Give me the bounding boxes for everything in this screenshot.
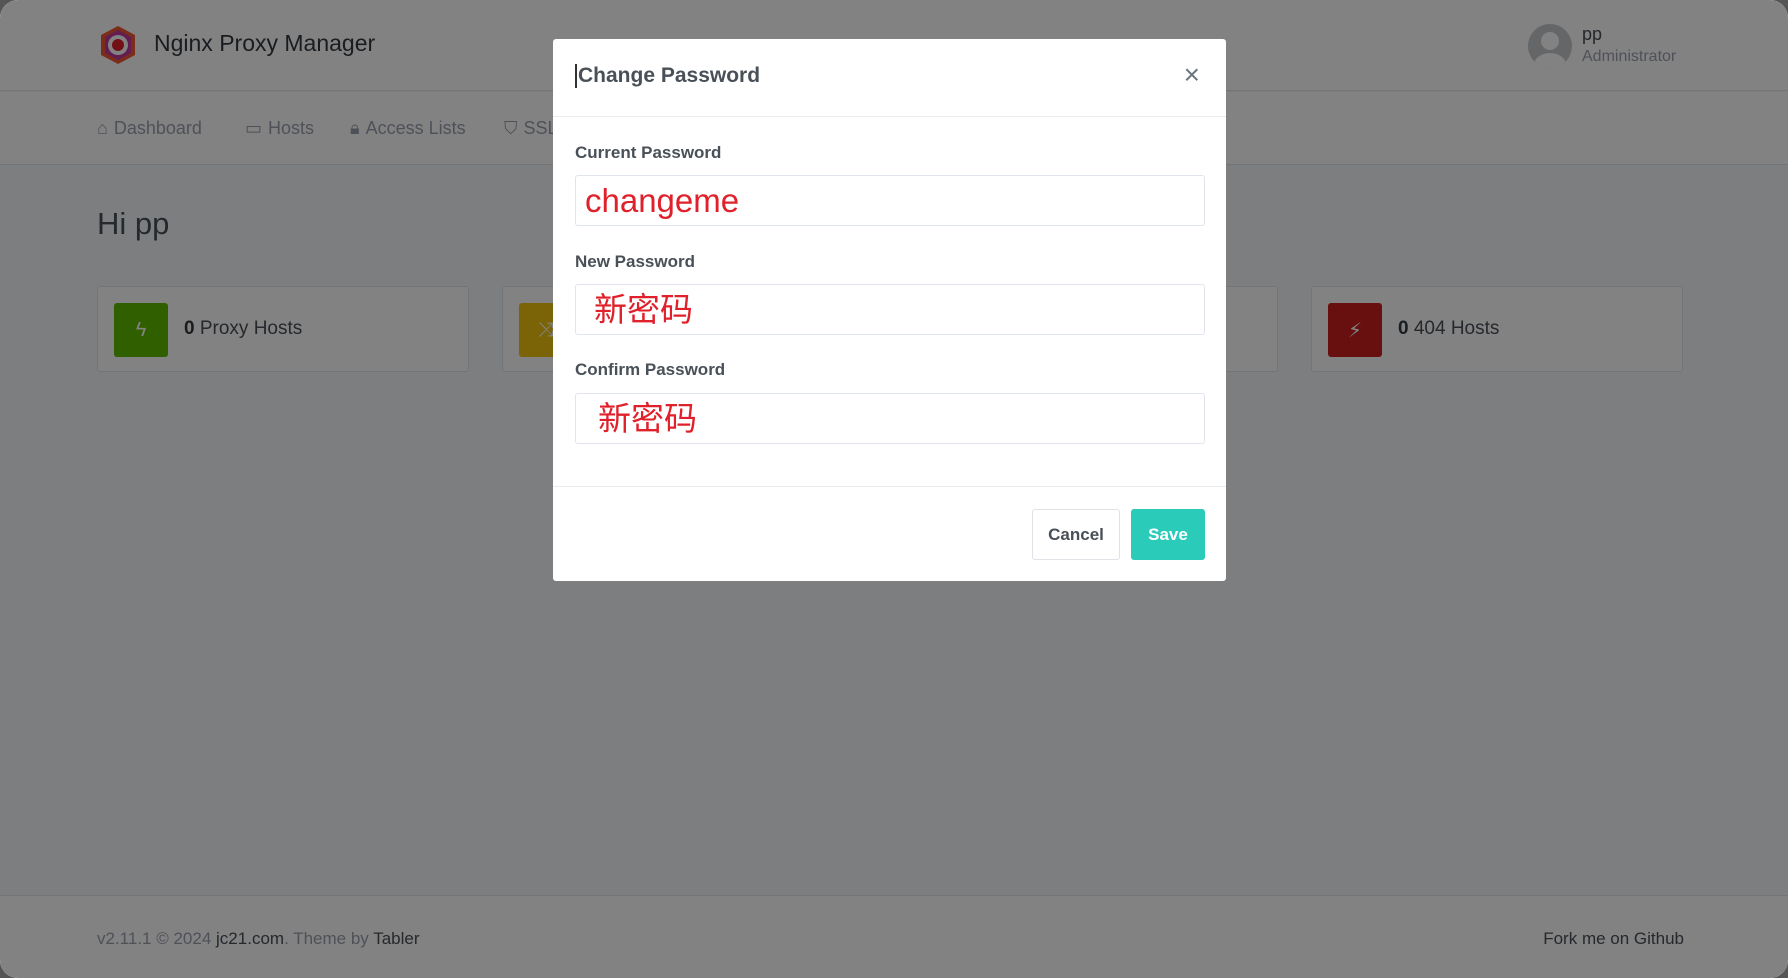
modal-title: Change Password	[575, 64, 760, 88]
modal-footer-divider	[553, 486, 1226, 487]
confirm-password-label: Confirm Password	[575, 360, 726, 379]
change-password-modal: Change Password × Current Password chang…	[553, 39, 1226, 581]
current-password-input[interactable]: changeme	[575, 175, 1205, 226]
new-password-label: New Password	[575, 252, 695, 271]
new-password-input[interactable]: 新密码	[575, 284, 1205, 335]
cancel-button[interactable]: Cancel	[1032, 509, 1120, 560]
current-password-label: Current Password	[575, 143, 722, 162]
close-icon[interactable]: ×	[1184, 59, 1200, 91]
save-button[interactable]: Save	[1131, 509, 1205, 560]
confirm-password-input[interactable]: 新密码	[575, 393, 1205, 444]
